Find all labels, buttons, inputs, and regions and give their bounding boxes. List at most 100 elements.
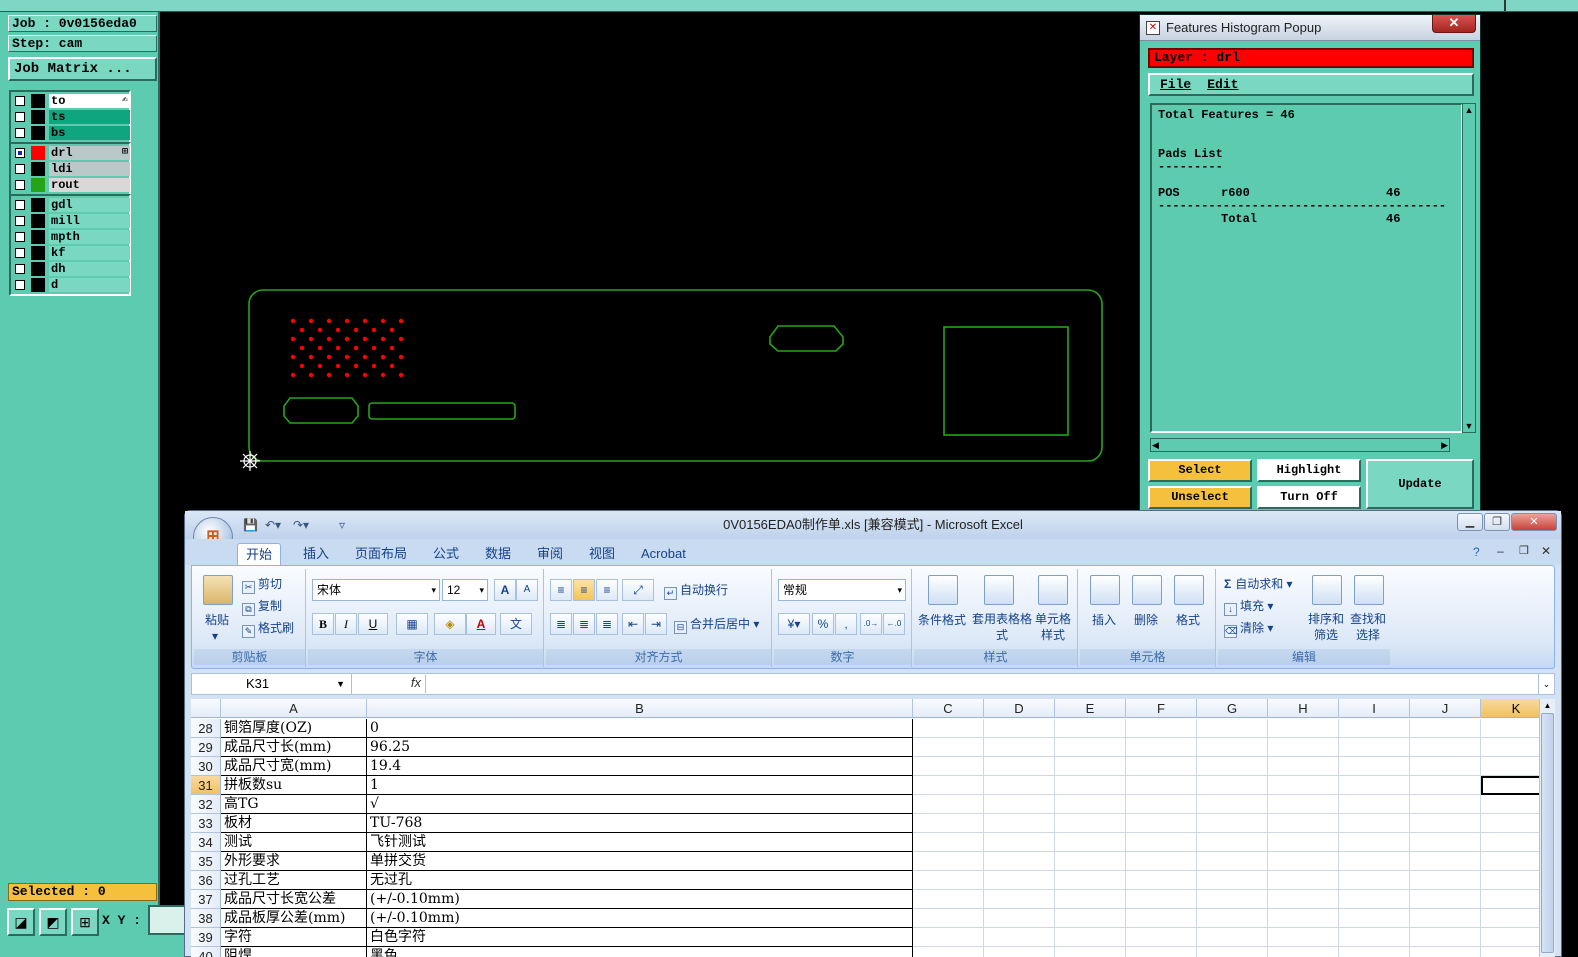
- table-cell[interactable]: [1268, 757, 1339, 776]
- table-cell[interactable]: [1410, 757, 1481, 776]
- table-cell[interactable]: [1126, 890, 1197, 909]
- align-left-icon[interactable]: ≣: [550, 613, 572, 635]
- report-vertical-scrollbar[interactable]: ▲ ▼: [1462, 103, 1476, 433]
- table-cell[interactable]: [1339, 890, 1410, 909]
- table-cell[interactable]: [1268, 833, 1339, 852]
- table-cell[interactable]: 铜箔厚度(OZ): [221, 719, 367, 738]
- table-cell[interactable]: [1055, 852, 1126, 871]
- table-cell[interactable]: [1410, 890, 1481, 909]
- table-cell[interactable]: [1126, 947, 1197, 957]
- table-cell[interactable]: [1055, 738, 1126, 757]
- table-cell[interactable]: [1197, 871, 1268, 890]
- table-cell[interactable]: [1481, 947, 1541, 957]
- table-cell[interactable]: [913, 738, 984, 757]
- table-cell[interactable]: [984, 890, 1055, 909]
- comma-button[interactable]: ,: [835, 613, 857, 635]
- layer-row-ts[interactable]: ts: [13, 109, 130, 125]
- layer-row-mill[interactable]: mill: [13, 213, 130, 229]
- unselect-button[interactable]: Unselect: [1148, 486, 1252, 509]
- table-cell[interactable]: [913, 795, 984, 814]
- layer-name[interactable]: gdl: [49, 198, 130, 212]
- column-header[interactable]: F: [1126, 699, 1197, 718]
- layer-row-d[interactable]: d: [13, 277, 130, 293]
- table-cell[interactable]: [1481, 738, 1541, 757]
- histogram-report[interactable]: Total Features = 46 Pads List --------- POS…: [1150, 103, 1463, 433]
- ribbon-tab[interactable]: 插入: [295, 543, 337, 565]
- table-cell[interactable]: [1410, 833, 1481, 852]
- select-button[interactable]: Select: [1148, 459, 1252, 482]
- autosum-button[interactable]: Σ 自动求和 ▾: [1224, 575, 1293, 592]
- table-cell[interactable]: [1268, 776, 1339, 795]
- table-cell[interactable]: [1055, 719, 1126, 738]
- column-header[interactable]: J: [1410, 699, 1481, 718]
- table-cell[interactable]: [913, 871, 984, 890]
- table-cell[interactable]: [1126, 928, 1197, 947]
- table-cell[interactable]: [984, 795, 1055, 814]
- layer-checkbox[interactable]: [15, 128, 25, 138]
- layer-row-rout[interactable]: rout: [13, 177, 130, 193]
- copy-button[interactable]: ⧉ 复制: [242, 597, 282, 616]
- table-cell[interactable]: [1055, 947, 1126, 957]
- table-cell[interactable]: [1481, 833, 1541, 852]
- sort-filter-icon[interactable]: [1312, 575, 1342, 605]
- save-icon[interactable]: 💾: [243, 518, 258, 532]
- layer-name[interactable]: rout: [49, 178, 130, 192]
- menu-edit[interactable]: Edit: [1207, 77, 1238, 92]
- insert-function-button[interactable]: fx: [356, 675, 426, 693]
- table-cell[interactable]: [1481, 871, 1541, 890]
- layer-checkbox[interactable]: [15, 216, 25, 226]
- table-cell[interactable]: 过孔工艺: [221, 871, 367, 890]
- table-cell[interactable]: [1197, 890, 1268, 909]
- redo-icon[interactable]: ↷▾: [293, 518, 309, 532]
- table-cell[interactable]: 黑色: [367, 947, 913, 957]
- format-table-button[interactable]: 套用表格格式: [972, 611, 1032, 643]
- table-cell[interactable]: 无过孔: [367, 871, 913, 890]
- table-cell[interactable]: (+/-0.10mm): [367, 909, 913, 928]
- row-header[interactable]: 39: [191, 928, 221, 947]
- scroll-left-icon[interactable]: ◀: [1152, 439, 1159, 451]
- report-horizontal-scrollbar[interactable]: ◀ ▶: [1150, 438, 1450, 452]
- format-painter-button[interactable]: ✎ 格式刷: [242, 619, 294, 638]
- layer-color-swatch[interactable]: [31, 214, 45, 228]
- layer-row-kf[interactable]: kf: [13, 245, 130, 261]
- layer-name[interactable]: ts: [49, 110, 130, 124]
- table-cell[interactable]: [1339, 909, 1410, 928]
- row-header[interactable]: 36: [191, 871, 221, 890]
- table-cell[interactable]: [1410, 814, 1481, 833]
- scroll-down-icon[interactable]: ▼: [1463, 420, 1475, 432]
- scroll-thumb[interactable]: [1541, 713, 1554, 953]
- column-header[interactable]: G: [1197, 699, 1268, 718]
- format-table-icon[interactable]: [984, 575, 1014, 605]
- table-cell[interactable]: [1126, 757, 1197, 776]
- table-cell[interactable]: [913, 909, 984, 928]
- table-cell[interactable]: [1197, 928, 1268, 947]
- table-cell[interactable]: [913, 719, 984, 738]
- table-cell[interactable]: [1410, 738, 1481, 757]
- layer-checkbox[interactable]: [15, 248, 25, 258]
- table-cell[interactable]: [1268, 852, 1339, 871]
- table-cell[interactable]: [984, 738, 1055, 757]
- italic-button[interactable]: I: [335, 613, 357, 635]
- table-cell[interactable]: 成品板厚公差(mm): [221, 909, 367, 928]
- number-format-select[interactable]: 常规 ▾: [778, 579, 906, 601]
- align-center-icon[interactable]: ≣: [573, 613, 595, 635]
- table-cell[interactable]: [1268, 795, 1339, 814]
- table-cell[interactable]: [1268, 738, 1339, 757]
- table-cell[interactable]: [1197, 947, 1268, 957]
- layer-name[interactable]: dh: [49, 262, 130, 276]
- table-cell[interactable]: [1055, 871, 1126, 890]
- table-cell[interactable]: [1126, 852, 1197, 871]
- table-cell[interactable]: 96.25: [367, 738, 913, 757]
- layer-name[interactable]: to ✍: [49, 94, 130, 108]
- paste-dropdown-icon[interactable]: ▾: [212, 629, 218, 643]
- ribbon-tab[interactable]: 视图: [581, 543, 623, 565]
- table-cell[interactable]: [1268, 719, 1339, 738]
- table-cell[interactable]: [1410, 776, 1481, 795]
- cell-styles-button[interactable]: 单元格样式: [1032, 611, 1074, 643]
- delete-cells-button[interactable]: 删除: [1134, 611, 1158, 628]
- board-canvas[interactable]: [240, 282, 1110, 482]
- font-color-button[interactable]: A: [466, 613, 496, 635]
- table-cell[interactable]: [1268, 947, 1339, 957]
- shrink-font-button[interactable]: A: [516, 579, 538, 601]
- conditional-format-icon[interactable]: [928, 575, 958, 605]
